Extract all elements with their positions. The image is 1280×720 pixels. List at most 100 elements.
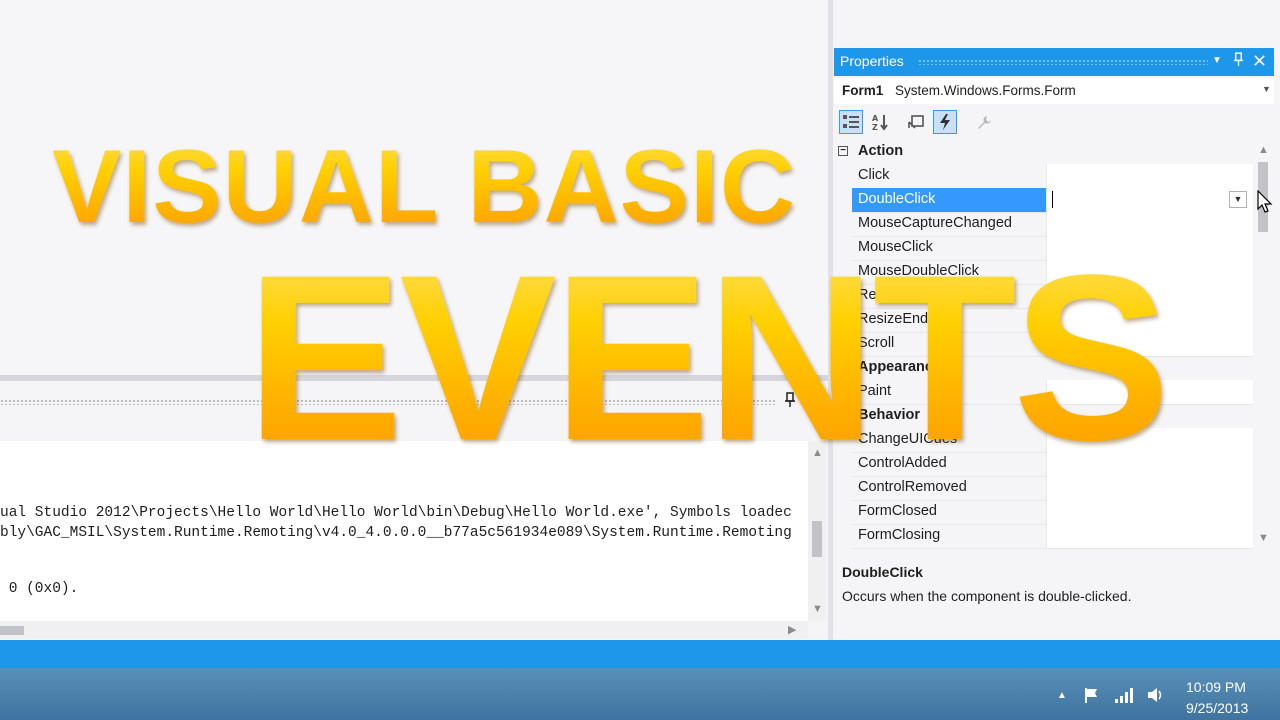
output-text-area[interactable]: ual Studio 2012\Projects\Hello World\Hel… xyxy=(0,441,808,621)
properties-icon[interactable] xyxy=(904,110,928,134)
category-behavior[interactable]: − Behavior xyxy=(834,404,1254,428)
event-row[interactable]: ResizeEnd xyxy=(852,308,1253,333)
alphabetical-icon[interactable]: AZ xyxy=(868,110,892,134)
event-name: Paint xyxy=(858,383,892,399)
object-type: System.Windows.Forms.Form xyxy=(895,83,1076,98)
event-name: Scroll xyxy=(858,335,895,351)
scroll-right-icon[interactable]: ▶ xyxy=(788,624,796,636)
scroll-down-icon[interactable]: ▼ xyxy=(1258,532,1269,544)
close-icon[interactable] xyxy=(805,393,819,412)
pin-icon[interactable] xyxy=(1233,52,1244,70)
event-value[interactable] xyxy=(1046,476,1253,500)
properties-toolbar: AZ xyxy=(834,108,1274,138)
category-label: Behavior xyxy=(858,407,921,423)
output-vertical-scrollbar[interactable]: ▲ ▼ xyxy=(808,441,826,621)
category-action[interactable]: − Action xyxy=(834,140,1254,164)
event-row[interactable]: ChangeUICues xyxy=(852,428,1253,453)
description-text: Occurs when the component is double-clic… xyxy=(842,588,1132,604)
volume-icon[interactable] xyxy=(1146,686,1164,707)
dropdown-icon[interactable]: ▼ xyxy=(1212,55,1222,66)
event-value[interactable] xyxy=(1046,308,1253,332)
scroll-up-icon[interactable]: ▲ xyxy=(1258,144,1269,156)
chevron-down-icon[interactable]: ▼ xyxy=(1262,84,1271,94)
output-line: 0 (0x0). xyxy=(0,581,79,597)
category-label: Appearance xyxy=(858,359,942,375)
svg-text:A: A xyxy=(872,114,879,123)
show-hidden-icons-icon[interactable]: ▲ xyxy=(1057,690,1067,701)
event-row[interactable]: MouseDoubleClick xyxy=(852,260,1253,285)
close-icon[interactable] xyxy=(1253,54,1266,70)
event-value[interactable] xyxy=(1046,500,1253,524)
property-pages-icon[interactable] xyxy=(972,110,996,134)
output-panel-header xyxy=(0,383,828,419)
properties-window: Properties ▼ Form1 System.Windows.Forms.… xyxy=(834,48,1274,640)
pin-icon[interactable] xyxy=(784,392,796,413)
event-value[interactable] xyxy=(1046,428,1253,452)
output-horizontal-scrollbar[interactable]: ▶ xyxy=(0,621,808,639)
event-name: Click xyxy=(858,167,890,183)
properties-title-bar[interactable]: Properties ▼ xyxy=(834,48,1274,76)
property-grid[interactable]: − Action Click DoubleClick ▼ MouseCaptur… xyxy=(834,140,1254,549)
svg-text:Z: Z xyxy=(872,123,878,131)
event-name: ControlAdded xyxy=(858,455,947,471)
event-row[interactable]: Paint xyxy=(852,380,1253,405)
event-row-selected[interactable]: DoubleClick ▼ xyxy=(852,188,1253,213)
event-value[interactable] xyxy=(1046,284,1253,308)
scroll-up-icon[interactable]: ▲ xyxy=(812,447,823,459)
scrollbar-thumb[interactable] xyxy=(812,521,822,557)
network-signal-icon[interactable] xyxy=(1114,686,1134,707)
ide-status-bar xyxy=(0,640,1280,668)
category-appearance[interactable]: − Appearance xyxy=(834,356,1254,380)
event-value[interactable] xyxy=(1046,524,1253,548)
event-row[interactable]: ControlAdded xyxy=(852,452,1253,477)
event-row[interactable]: Click xyxy=(852,164,1253,189)
event-value[interactable] xyxy=(1046,332,1253,356)
event-row[interactable]: MouseClick xyxy=(852,236,1253,261)
event-row[interactable]: FormClosed xyxy=(852,500,1253,525)
event-row[interactable]: Scroll xyxy=(852,332,1253,357)
form-designer-surface[interactable] xyxy=(0,0,828,375)
event-row[interactable]: MouseCaptureChanged xyxy=(852,212,1253,237)
action-center-flag-icon[interactable] xyxy=(1083,686,1101,707)
text-caret xyxy=(1052,191,1053,208)
windows-taskbar: ▲ 10:09 PM 9/25/2013 xyxy=(0,668,1280,720)
output-panel: ual Studio 2012\Projects\Hello World\Hel… xyxy=(0,375,828,646)
event-name: ResizeBegin xyxy=(858,287,940,303)
event-value[interactable] xyxy=(1046,212,1253,236)
scrollbar-thumb[interactable] xyxy=(0,626,24,635)
event-row[interactable]: ResizeBegin xyxy=(852,284,1253,309)
collapse-icon[interactable]: − xyxy=(838,362,848,372)
clock-date[interactable]: 9/25/2013 xyxy=(1186,700,1248,716)
scroll-down-icon[interactable]: ▼ xyxy=(812,603,823,615)
event-value[interactable] xyxy=(1046,164,1253,188)
panel-grip[interactable] xyxy=(0,399,775,405)
collapse-icon[interactable]: − xyxy=(838,410,848,420)
clock-time[interactable]: 10:09 PM xyxy=(1186,679,1246,695)
splitter[interactable] xyxy=(828,0,833,640)
categorized-icon[interactable] xyxy=(839,110,863,134)
event-name: ChangeUICues xyxy=(858,431,958,447)
output-line: ual Studio 2012\Projects\Hello World\Hel… xyxy=(0,505,792,521)
event-name: DoubleClick xyxy=(858,191,936,207)
events-icon[interactable] xyxy=(933,110,957,134)
event-name: ControlRemoved xyxy=(858,479,967,495)
event-name: FormClosing xyxy=(858,527,941,543)
properties-title: Properties xyxy=(840,53,904,69)
event-name: MouseCaptureChanged xyxy=(858,215,1012,231)
category-label: Action xyxy=(858,143,904,159)
object-selector[interactable]: Form1 System.Windows.Forms.Form ▼ xyxy=(834,78,1274,104)
event-value[interactable] xyxy=(1046,236,1253,260)
event-value-input[interactable]: ▼ xyxy=(1046,188,1253,212)
event-row[interactable]: FormClosing xyxy=(852,524,1253,549)
event-value[interactable] xyxy=(1046,260,1253,284)
event-name: MouseDoubleClick xyxy=(858,263,979,279)
event-value[interactable] xyxy=(1046,452,1253,476)
collapse-icon[interactable]: − xyxy=(838,146,848,156)
event-value[interactable] xyxy=(1046,380,1253,404)
object-name: Form1 xyxy=(842,83,884,98)
event-row[interactable]: ControlRemoved xyxy=(852,476,1253,501)
title-grip xyxy=(918,59,1208,65)
event-name: ResizeEnd xyxy=(858,311,929,327)
chevron-down-icon[interactable]: ▼ xyxy=(1229,191,1247,208)
event-name: MouseClick xyxy=(858,239,933,255)
